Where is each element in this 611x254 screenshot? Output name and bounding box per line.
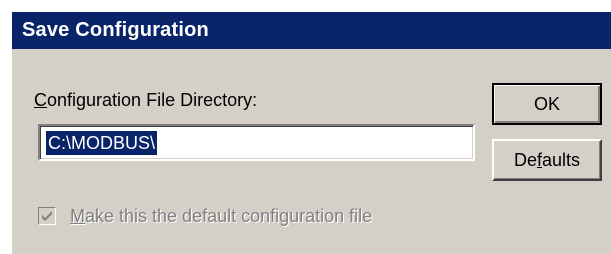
checkbox-label-text: ake this the default configuration file bbox=[85, 206, 373, 226]
default-config-checkbox-label: Make this the default configuration file bbox=[70, 204, 372, 228]
checkbox-label-mnemonic: M bbox=[70, 206, 85, 226]
defaults-button[interactable]: Defaults bbox=[492, 139, 602, 181]
defaults-label-post: aults bbox=[542, 150, 581, 170]
checkmark-icon bbox=[42, 211, 52, 221]
directory-input-value: C:\MODBUS\ bbox=[46, 131, 158, 155]
default-config-checkbox[interactable] bbox=[38, 207, 56, 225]
directory-label-mnemonic: C bbox=[34, 90, 47, 110]
save-configuration-dialog: Save Configuration Configuration File Di… bbox=[12, 12, 611, 254]
dialog-title: Save Configuration bbox=[12, 12, 611, 49]
directory-label-text: onfiguration File Directory: bbox=[47, 90, 258, 110]
ok-button[interactable]: OK bbox=[492, 83, 602, 125]
directory-input[interactable]: C:\MODBUS\ bbox=[38, 124, 475, 161]
defaults-label-pre: De bbox=[513, 150, 537, 170]
directory-label: Configuration File Directory: bbox=[34, 90, 257, 111]
